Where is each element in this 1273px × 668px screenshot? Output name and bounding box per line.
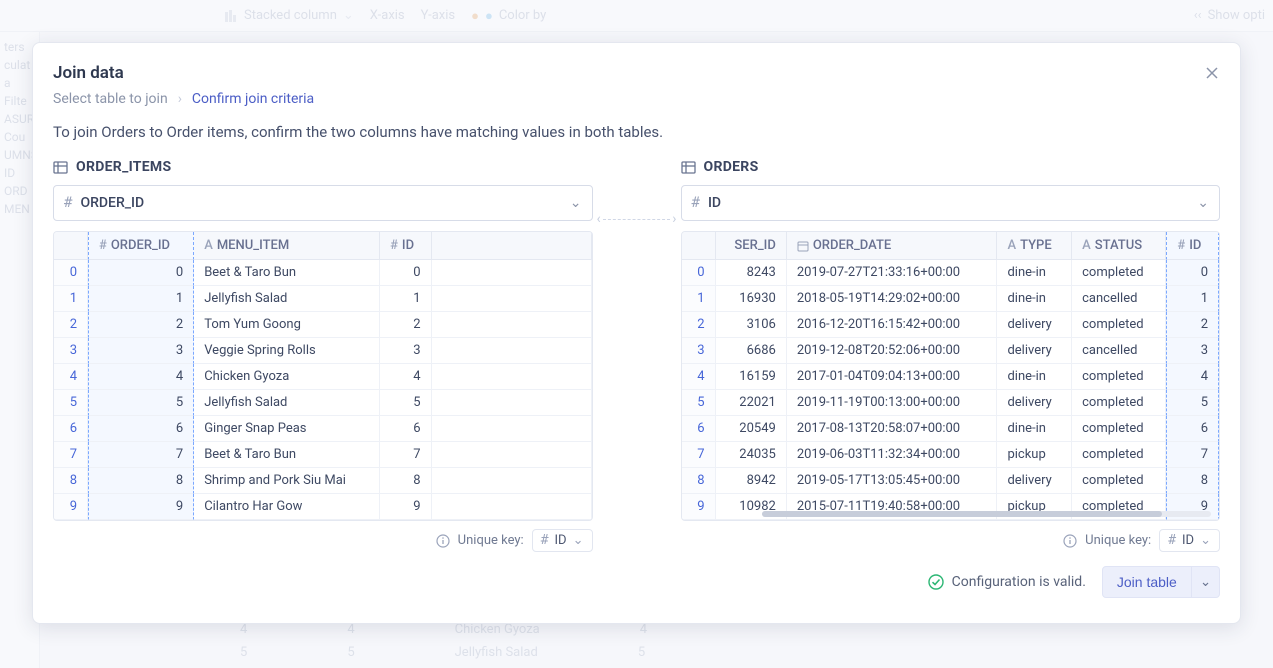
info-icon bbox=[436, 534, 450, 548]
breadcrumb-step-1[interactable]: Select table to join bbox=[53, 91, 168, 107]
calendar-icon bbox=[797, 240, 809, 252]
close-button[interactable] bbox=[1204, 63, 1220, 81]
table-row[interactable]: 3 3 Veggie Spring Rolls 3 bbox=[54, 338, 592, 364]
table-row[interactable]: 5 22021 2019-11-19T00:13:00+00:00 delive… bbox=[682, 390, 1220, 416]
table-row[interactable]: 7 7 Beet & Taro Bun 7 bbox=[54, 442, 592, 468]
col-header-menu-item[interactable]: AMENU_ITEM bbox=[194, 232, 380, 260]
hash-icon: # bbox=[1168, 533, 1176, 548]
right-table-pane: ORDERS #ID ⌄ SER_ID ORDER_DATE ATYPE AST… bbox=[681, 159, 1221, 552]
table-row[interactable]: 2 3106 2016-12-20T16:15:42+00:00 deliver… bbox=[682, 312, 1220, 338]
hash-icon: # bbox=[64, 195, 72, 211]
join-connector: ‹› bbox=[593, 201, 681, 237]
table-row[interactable]: 0 0 Beet & Taro Bun 0 bbox=[54, 260, 592, 286]
table-icon bbox=[681, 160, 696, 175]
chevron-down-icon: ⌄ bbox=[1197, 195, 1209, 211]
breadcrumb: Select table to join › Confirm join crit… bbox=[53, 91, 1220, 107]
right-unique-key-select[interactable]: # ID ⌄ bbox=[1159, 529, 1220, 552]
table-row[interactable]: 6 6 Ginger Snap Peas 6 bbox=[54, 416, 592, 442]
table-row[interactable]: 1 16930 2018-05-19T14:29:02+00:00 dine-i… bbox=[682, 286, 1220, 312]
table-row[interactable]: 4 16159 2017-01-04T09:04:13+00:00 dine-i… bbox=[682, 364, 1220, 390]
table-row[interactable]: 0 8243 2019-07-27T21:33:16+00:00 dine-in… bbox=[682, 260, 1220, 286]
left-column-select[interactable]: #ORDER_ID ⌄ bbox=[53, 185, 593, 221]
join-table-dropdown[interactable]: ⌄ bbox=[1192, 566, 1220, 598]
col-header-id[interactable]: #ID bbox=[380, 232, 431, 260]
col-header-order-id[interactable]: #ORDER_ID bbox=[88, 232, 194, 260]
col-header-order-date[interactable]: ORDER_DATE bbox=[787, 232, 998, 260]
right-table-title: ORDERS bbox=[681, 159, 1221, 175]
chevron-down-icon: ⌄ bbox=[1200, 533, 1211, 548]
left-table-title: ORDER_ITEMS bbox=[53, 159, 593, 175]
row-index-header bbox=[682, 232, 716, 260]
unique-key-label: Unique key: bbox=[458, 533, 524, 548]
col-header-ser-id[interactable]: SER_ID bbox=[716, 232, 787, 260]
table-row[interactable]: 9 9 Cilantro Har Gow 9 bbox=[54, 494, 592, 520]
instruction-text: To join Orders to Order items, confirm t… bbox=[53, 123, 1220, 141]
chevron-right-icon: › bbox=[178, 91, 182, 107]
info-icon bbox=[1063, 534, 1077, 548]
hash-icon: # bbox=[692, 195, 700, 211]
col-header-type[interactable]: ATYPE bbox=[997, 232, 1072, 260]
table-row[interactable]: 1 1 Jellyfish Salad 1 bbox=[54, 286, 592, 312]
col-header-id[interactable]: #ID bbox=[1166, 232, 1219, 260]
join-table-button[interactable]: Join table bbox=[1102, 566, 1192, 598]
table-row[interactable]: 8 8 Shrimp and Pork Siu Mai 8 bbox=[54, 468, 592, 494]
table-icon bbox=[53, 160, 68, 175]
validation-message: Configuration is valid. bbox=[928, 574, 1086, 590]
right-table-preview: SER_ID ORDER_DATE ATYPE ASTATUS #ID 0 82… bbox=[681, 231, 1221, 521]
check-circle-icon bbox=[928, 574, 944, 590]
table-row[interactable]: 2 2 Tom Yum Goong 2 bbox=[54, 312, 592, 338]
breadcrumb-step-2: Confirm join criteria bbox=[192, 91, 314, 107]
chevron-down-icon: ⌄ bbox=[570, 195, 582, 211]
table-row[interactable]: 4 4 Chicken Gyoza 4 bbox=[54, 364, 592, 390]
horizontal-scrollbar-thumb[interactable] bbox=[762, 511, 1162, 517]
chevron-down-icon: ⌄ bbox=[1200, 574, 1211, 589]
table-row[interactable]: 3 6686 2019-12-08T20:52:06+00:00 deliver… bbox=[682, 338, 1220, 364]
close-icon bbox=[1204, 65, 1220, 81]
unique-key-label: Unique key: bbox=[1085, 533, 1151, 548]
join-data-modal: Join data Select table to join › Confirm… bbox=[32, 42, 1241, 624]
table-row[interactable]: 7 24035 2019-06-03T11:32:34+00:00 pickup… bbox=[682, 442, 1220, 468]
table-row[interactable]: 6 20549 2017-08-13T20:58:07+00:00 dine-i… bbox=[682, 416, 1220, 442]
col-header-status[interactable]: ASTATUS bbox=[1072, 232, 1166, 260]
left-table-preview: #ORDER_ID AMENU_ITEM #ID 0 0 Beet & Taro… bbox=[53, 231, 593, 521]
table-row[interactable]: 5 5 Jellyfish Salad 5 bbox=[54, 390, 592, 416]
left-table-pane: ORDER_ITEMS #ORDER_ID ⌄ #ORDER_ID AMENU_… bbox=[53, 159, 593, 552]
table-row[interactable]: 8 8942 2019-05-17T13:05:45+00:00 deliver… bbox=[682, 468, 1220, 494]
hash-icon: # bbox=[541, 533, 549, 548]
chevron-down-icon: ⌄ bbox=[573, 533, 584, 548]
row-index-header bbox=[54, 232, 88, 260]
right-column-select[interactable]: #ID ⌄ bbox=[681, 185, 1221, 221]
left-unique-key-select[interactable]: # ID ⌄ bbox=[532, 529, 593, 552]
modal-title: Join data bbox=[53, 63, 124, 83]
